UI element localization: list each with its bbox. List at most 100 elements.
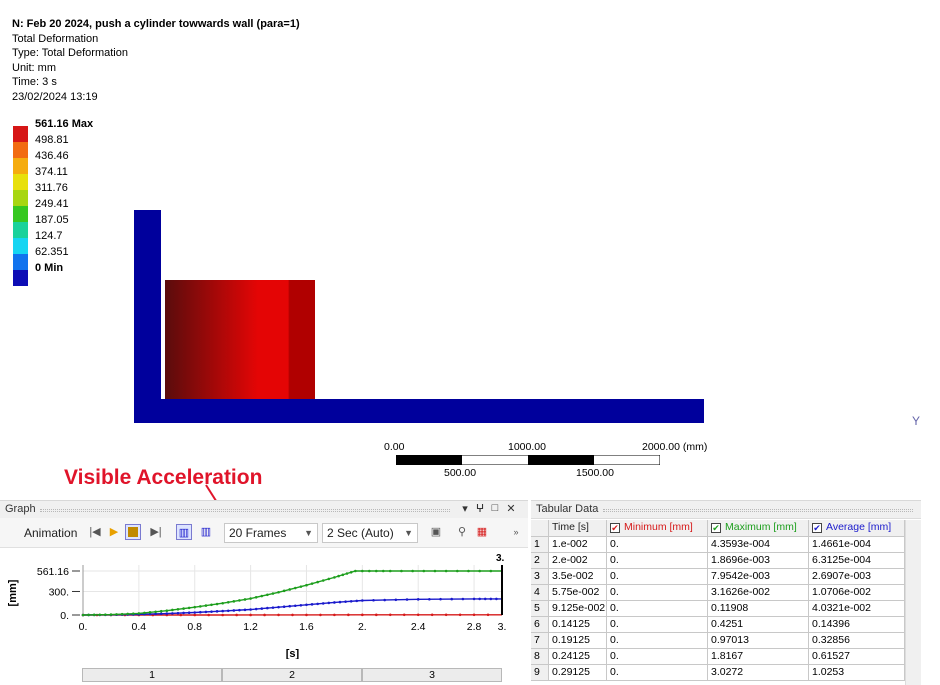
timeline-bar[interactable]: 123 [82,668,502,682]
y-axis-label: [mm] [7,579,19,606]
series-point [319,614,322,617]
table-row[interactable]: 33.5e-0020.7.9542e-0032.6907e-003 [531,569,905,585]
table-row[interactable]: 90.291250.3.02721.0253 [531,665,905,681]
series-point [445,570,448,573]
timeline-segment[interactable]: 3 [362,668,502,682]
table-cell: 0. [607,569,708,585]
table-cell: 0.11908 [708,601,809,617]
table-row[interactable]: 70.191250.0.970130.32856 [531,633,905,649]
x-tick-label: 3. [498,621,507,633]
panel-menu-icon[interactable]: ▾ [459,502,471,515]
duration-select[interactable]: 2 Sec (Auto) ▼ [322,523,418,543]
column-header-text: Maximum [mm] [725,521,797,533]
table-cell: 0.4251 [708,617,809,633]
overflow-chevron-icon[interactable]: » [508,524,524,540]
series-point [227,609,230,612]
series-point [346,572,349,575]
series-point [149,611,152,614]
series-point [207,614,210,617]
3d-viewport[interactable]: N: Feb 20 2024, push a cylinder towwards… [0,0,940,498]
play-icon[interactable]: ▶ [106,524,122,540]
table-cell-text: 0.14125 [552,618,590,630]
stop-icon[interactable] [125,524,141,540]
ruler-label-0: 0.00 [384,441,404,453]
series-point [361,614,364,617]
series-line [83,571,502,615]
timeline-segment[interactable]: 1 [82,668,222,682]
series-point [205,604,208,607]
series-point [288,588,291,591]
table-cell: 0.24125 [549,649,607,665]
timeline-segment[interactable]: 2 [222,668,362,682]
cylinder-body [165,280,315,399]
column-header[interactable]: ✔ Maximum [mm] [708,520,809,537]
zoom-icon[interactable]: ⚲ [454,524,470,540]
column-header[interactable]: ✔Minimum [mm] [607,520,708,537]
graph-title: Graph [5,503,36,515]
table-cell: 2.6907e-003 [809,569,905,585]
table-row[interactable]: 11.e-0020.4.3593e-0041.4661e-004 [531,537,905,553]
export-video-icon[interactable]: ▣ [428,524,444,540]
distributed-frames-icon[interactable]: ▥ [176,524,192,540]
column-checkbox[interactable]: ✔ [711,523,721,533]
series-point [87,614,90,617]
series-point [171,609,174,612]
series-point [249,614,252,617]
series-point [487,613,490,616]
legend-colors-icon[interactable]: ▦ [474,524,490,540]
table-row[interactable]: 80.241250.1.81670.61527 [531,649,905,665]
table-row[interactable]: 45.75e-0020.3.1626e-0021.0706e-002 [531,585,905,601]
table-cell-text: 9.125e-002 [552,602,605,614]
table-cell-text: 0. [610,650,619,662]
series-point [305,614,308,617]
x-tick-label: 2.4 [411,621,426,633]
table-cell-text: 1.0253 [812,666,844,678]
close-icon[interactable]: ✕ [505,502,517,515]
x-tick-label: 2. [358,621,367,633]
first-frame-icon[interactable]: |◀ [87,524,103,540]
series-point [328,578,331,581]
table-cell: 1.0253 [809,665,905,681]
series-point [121,613,124,616]
table-cell-text: 0.14396 [812,618,850,630]
series-point [171,612,174,615]
series-point [350,571,353,574]
table-cell: 0. [607,665,708,681]
pin-icon[interactable]: ⵖ [474,502,486,515]
series-point [277,614,280,617]
table-row[interactable]: 60.141250.0.42510.14396 [531,617,905,633]
row-number-text: 6 [534,618,540,630]
vertical-scrollbar[interactable] [905,520,921,685]
table-row[interactable]: 22.e-0020.1.8696e-0036.3125e-004 [531,553,905,569]
column-header: Time [s] [549,520,607,537]
series-point [98,613,101,616]
table-cell-text: 2.e-002 [552,554,588,566]
series-point [300,604,303,607]
row-number: 1 [531,537,549,553]
table-row[interactable]: 59.125e-0020.0.119084.0321e-002 [531,601,905,617]
column-checkbox[interactable]: ✔ [610,523,620,533]
series-point [233,609,236,612]
series-point [272,592,275,595]
column-checkbox[interactable]: ✔ [812,523,822,533]
column-header[interactable]: ✔Average [mm] [809,520,905,537]
tabular-title: Tabular Data [536,503,598,515]
model-geometry [0,0,940,498]
series-point [411,570,414,573]
graph-header: Graph ▾ ⵖ □ ✕ [0,501,528,519]
wall-floor [134,399,704,423]
tabular-panel: Tabular Data Time [s]✔Minimum [mm]✔Maxim… [531,500,921,684]
series-point [300,585,303,588]
result-sets-icon[interactable]: ▥ [198,524,214,540]
panel-grip [40,509,450,512]
deformation-chart[interactable]: 3.0.0.40.81.21.62.2.42.83.0.300.561.16[s… [0,549,528,659]
frames-select[interactable]: 20 Frames ▼ [224,523,318,543]
table-cell-text: 0. [610,538,619,550]
last-frame-icon[interactable]: ▶| [148,524,164,540]
series-point [422,570,425,573]
series-point [104,613,107,616]
series-point [305,584,308,587]
table-cell-text: 3.1626e-002 [711,586,770,598]
maximize-icon[interactable]: □ [489,502,501,514]
series-point [115,613,118,616]
